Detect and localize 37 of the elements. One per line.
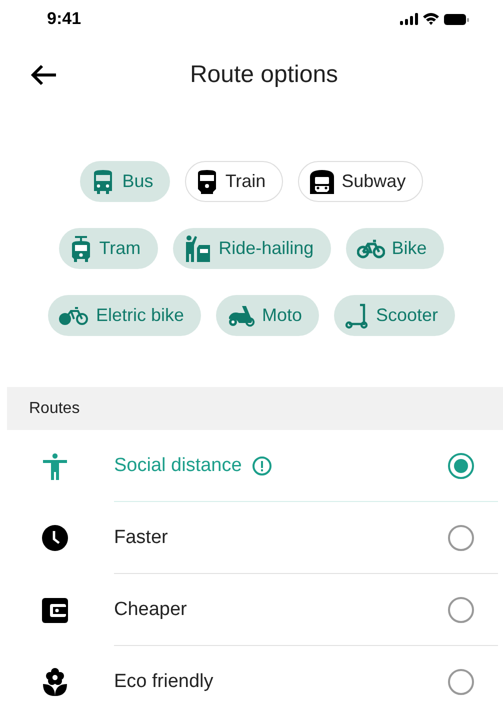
transport-chip[interactable]: Bike [346,228,444,269]
section-header: Routes [7,387,503,430]
radio-button[interactable] [448,669,474,695]
clock-icon [40,524,68,552]
wallet-icon [42,598,68,622]
train-icon [196,168,218,194]
standing-person-icon [42,452,66,480]
kick-scooter-icon [345,302,369,328]
transport-chip[interactable]: Bus [80,161,170,202]
route-option-label: Cheaper [114,599,187,621]
back-arrow-icon [30,64,58,86]
route-option-label: Social distance [114,455,242,477]
route-option-label: Faster [114,527,168,549]
screen-title: Route options [190,61,338,89]
transport-chip[interactable]: Subway [298,161,423,202]
transport-chip[interactable]: Scooter [334,295,456,336]
battery-icon [444,14,469,24]
signal-icon [400,13,418,25]
radio-button[interactable] [448,453,474,479]
scooter-moped-icon [226,304,255,326]
wifi-icon [423,13,439,25]
subway-icon [308,168,335,194]
flower-icon [42,668,66,696]
radio-button[interactable] [448,597,474,623]
status-time: 9:41 [47,9,82,29]
transport-chip[interactable]: Tram [59,228,158,269]
transport-chip[interactable]: Train [185,161,283,202]
transport-chip[interactable]: Eletric bike [48,295,201,336]
electric-bicycle-icon [58,306,89,326]
tram-icon [70,234,92,262]
route-option-label: Eco friendly [114,671,214,693]
bicycle-icon [356,238,385,258]
transport-chip[interactable]: Moto [216,295,319,336]
person-and-car-icon [184,234,212,262]
radio-button[interactable] [448,525,474,551]
transport-chip[interactable]: Ride-hailing [172,228,331,269]
back-button[interactable] [30,64,58,86]
